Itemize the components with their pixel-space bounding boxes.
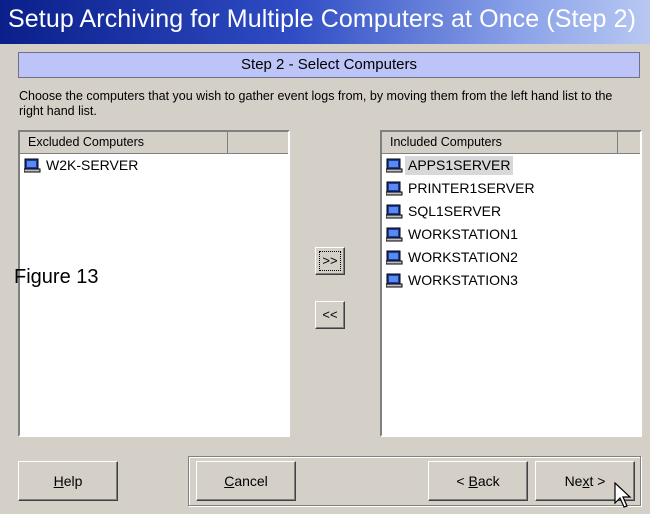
excluded-header-label: Excluded Computers (20, 132, 228, 153)
cancel-button[interactable]: Cancel (196, 461, 296, 501)
list-item[interactable]: APPS1SERVER (382, 154, 640, 177)
computer-name: W2K-SERVER (46, 157, 139, 173)
list-item[interactable]: WORKSTATION3 (382, 269, 640, 292)
computer-name: SQL1SERVER (408, 203, 502, 219)
list-item[interactable]: WORKSTATION1 (382, 223, 640, 246)
add-all-label: >> (322, 253, 338, 268)
figure-caption: Figure 13 (14, 266, 99, 288)
list-item[interactable]: SQL1SERVER (382, 200, 640, 223)
instructions-text: Choose the computers that you wish to ga… (19, 89, 613, 118)
computer-name: APPS1SERVER (405, 156, 514, 175)
computer-name: WORKSTATION3 (408, 272, 518, 288)
computer-icon (386, 204, 403, 219)
excluded-column-header[interactable]: Excluded Computers (20, 132, 288, 154)
remove-all-button[interactable]: << (315, 301, 345, 329)
included-header-label: Included Computers (382, 132, 618, 153)
computer-name: PRINTER1SERVER (408, 180, 535, 196)
remove-all-label: << (322, 307, 338, 322)
computer-name: WORKSTATION2 (408, 249, 518, 265)
window-title: Setup Archiving for Multiple Computers a… (8, 5, 637, 33)
back-label: < Back (456, 473, 500, 489)
list-item[interactable]: PRINTER1SERVER (382, 177, 640, 200)
computer-icon (386, 181, 403, 196)
step-header: Step 2 - Select Computers (18, 52, 640, 78)
computer-icon (386, 273, 403, 288)
help-button[interactable]: Help (18, 461, 118, 501)
computer-icon (386, 158, 403, 173)
back-button[interactable]: < Back (428, 461, 528, 501)
add-all-button[interactable]: >> (315, 247, 345, 275)
list-item[interactable]: W2K-SERVER (20, 154, 288, 177)
computer-icon (386, 250, 403, 265)
included-computers-list[interactable]: Included Computers APPS1SERVER PRINTER1SE… (380, 130, 642, 437)
cancel-label: Cancel (224, 473, 268, 489)
title-bar: Setup Archiving for Multiple Computers a… (0, 0, 650, 44)
help-label: Help (53, 473, 83, 489)
included-column-header[interactable]: Included Computers (382, 132, 640, 154)
computer-icon (386, 227, 403, 242)
mouse-pointer-icon (614, 482, 632, 508)
list-item[interactable]: WORKSTATION2 (382, 246, 640, 269)
next-label: Next > (564, 473, 606, 489)
computer-icon (24, 158, 41, 173)
computer-name: WORKSTATION1 (408, 226, 518, 242)
